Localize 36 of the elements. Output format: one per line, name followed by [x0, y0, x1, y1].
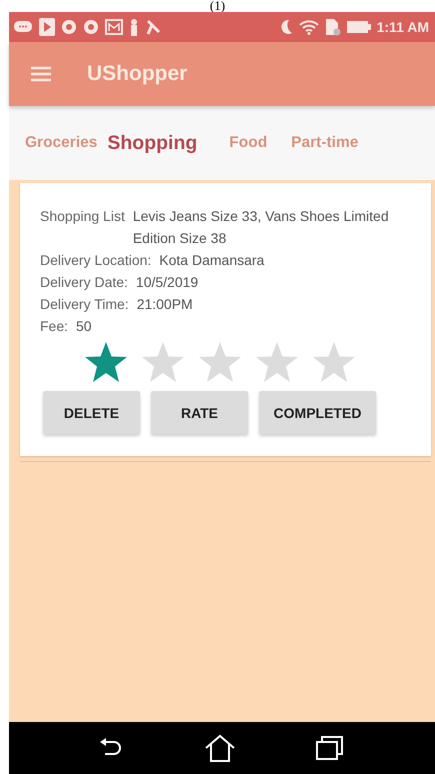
menu-button[interactable] — [31, 66, 51, 82]
star-icon[interactable] — [255, 341, 299, 383]
action-button[interactable]: COMPLETED — [259, 391, 376, 434]
field-value: Kota Damansara — [159, 251, 264, 270]
field-label: Shopping List — [40, 207, 125, 226]
status-time: 1:11 AM — [376, 19, 429, 35]
star-icon[interactable] — [312, 341, 356, 383]
star-icon[interactable] — [141, 341, 185, 383]
wifi-icon — [298, 19, 319, 35]
play-icon — [39, 18, 55, 36]
action-button[interactable]: RATE — [151, 391, 248, 434]
star-icon[interactable] — [84, 341, 128, 383]
field-label: Delivery Date: — [40, 273, 128, 292]
figure-caption: (1) — [210, 0, 226, 12]
action-button[interactable]: DELETE — [43, 391, 140, 434]
home-icon[interactable] — [204, 734, 236, 762]
category-tab[interactable]: Shopping — [107, 128, 230, 158]
mail-icon — [105, 19, 123, 35]
circle-icon — [83, 19, 99, 35]
field-value: Levis Jeans Size 33, Vans Shoes Limited Edition Size 38 — [132, 207, 390, 248]
chat-bubble-icon — [13, 19, 33, 35]
star-icon[interactable] — [198, 341, 242, 383]
circle-icon — [61, 19, 77, 35]
figure-icon — [129, 18, 139, 36]
field-label: Delivery Location: — [40, 251, 152, 270]
sim-card-icon — [324, 18, 341, 36]
battery-icon — [346, 20, 371, 34]
field-label: Delivery Time: — [40, 295, 129, 314]
moon-icon — [280, 19, 293, 35]
app-title: UShopper — [87, 62, 188, 86]
star-rating[interactable] — [84, 341, 356, 383]
recent-apps-icon[interactable] — [315, 735, 346, 761]
field-value: 21:00PM — [136, 295, 193, 314]
field-value: 50 — [76, 317, 92, 336]
field-value: 10/5/2019 — [136, 273, 198, 292]
field-label: Fee: — [40, 317, 68, 336]
